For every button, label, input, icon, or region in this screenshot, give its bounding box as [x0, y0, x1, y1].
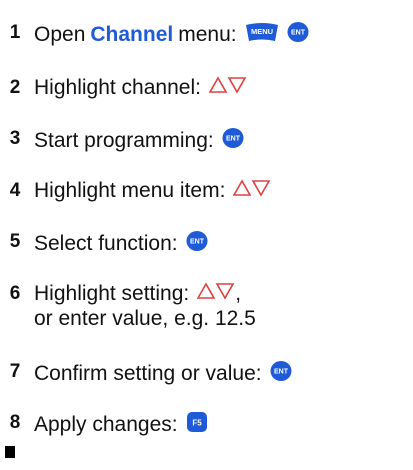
svg-text:ENT: ENT	[291, 30, 306, 37]
step-number: 2	[9, 77, 21, 98]
step-text-label: Highlight channel:	[34, 76, 201, 99]
step-text-label: Select function:	[34, 232, 178, 255]
ent-key-icon: ENT	[186, 230, 208, 258]
svg-text:MENU: MENU	[251, 27, 273, 36]
svg-text:ENT: ENT	[226, 136, 241, 143]
step-text: Highlight setting: ,	[34, 282, 241, 306]
step-text: Apply changes: F5	[34, 411, 208, 439]
svg-text:F5: F5	[192, 419, 202, 428]
step-number: 6	[9, 283, 21, 304]
step-text-post: menu:	[178, 23, 237, 46]
menu-key-icon: MENU	[245, 21, 279, 49]
step-text-label: Start programming:	[34, 129, 214, 152]
svg-text:ENT: ENT	[190, 239, 205, 246]
step-number: 1	[9, 22, 21, 43]
up-down-arrows-icon	[208, 76, 247, 100]
end-marker	[5, 446, 15, 458]
step-text: Open Channel menu: MENU ENT	[34, 21, 309, 49]
step-number: 4	[9, 180, 21, 201]
f5-key-icon: F5	[186, 411, 208, 439]
ent-key-icon: ENT	[222, 127, 244, 155]
step-number: 7	[9, 361, 21, 382]
step-number: 3	[9, 128, 21, 149]
up-down-arrows-icon	[233, 179, 271, 203]
step-text: Select function: ENT	[34, 230, 208, 258]
step-text-line2: or enter value, e.g. 12.5	[34, 307, 256, 330]
step-text-label: Highlight menu item:	[34, 179, 226, 202]
up-down-arrows-icon	[196, 282, 235, 306]
step-number: 5	[9, 231, 21, 252]
ent-key-icon: ENT	[287, 21, 309, 49]
step-text-label: Apply changes:	[34, 413, 178, 436]
step-text: Confirm setting or value: ENT	[34, 360, 292, 388]
step-text: Highlight menu item:	[34, 179, 271, 203]
svg-text:ENT: ENT	[274, 369, 289, 376]
step-text: Start programming: ENT	[34, 127, 244, 155]
step-number: 8	[9, 412, 21, 433]
channel-keyword: Channel	[90, 23, 174, 46]
step-text-comma: ,	[235, 282, 242, 305]
step-text: Highlight channel:	[34, 76, 247, 100]
step-text-label: Confirm setting or value:	[34, 362, 262, 385]
step-text-label: Highlight setting:	[34, 282, 190, 305]
step-text-pre: Open	[34, 23, 86, 46]
ent-key-icon: ENT	[270, 360, 292, 388]
